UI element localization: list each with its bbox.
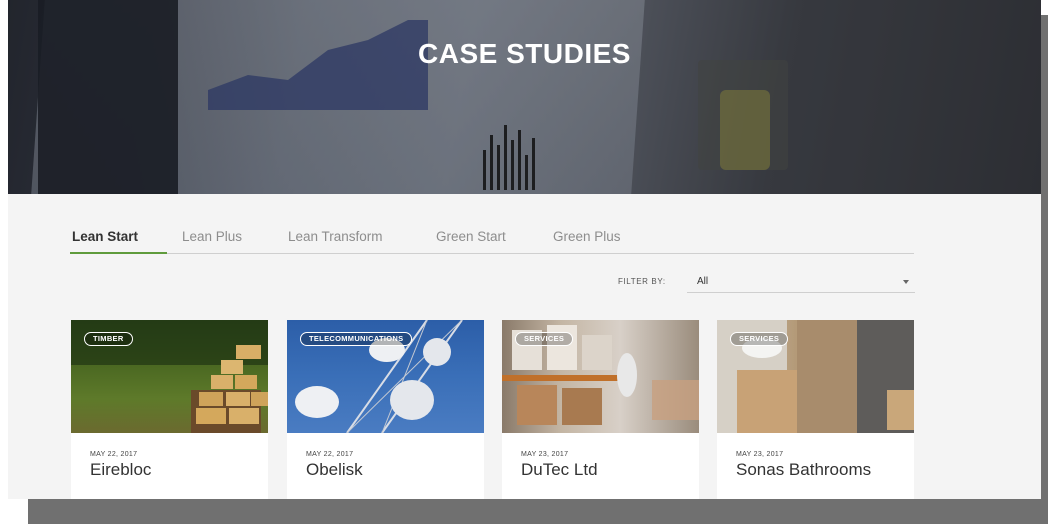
tab-green-start[interactable]: Green Start xyxy=(436,229,506,244)
hero-overlay xyxy=(8,0,1041,194)
tab-lean-transform[interactable]: Lean Transform xyxy=(288,229,383,244)
case-study-image: SERVICES xyxy=(502,320,699,433)
chevron-down-icon xyxy=(903,280,909,284)
filter-value: All xyxy=(697,276,709,287)
case-study-date: MAY 22, 2017 xyxy=(306,451,354,458)
case-study-title[interactable]: Obelisk xyxy=(306,460,363,480)
industry-tag[interactable]: SERVICES xyxy=(730,332,789,346)
case-study-date: MAY 23, 2017 xyxy=(521,451,569,458)
case-study-image: TIMBER xyxy=(71,320,268,433)
active-tab-underline xyxy=(70,252,167,254)
page-title: CASE STUDIES xyxy=(418,38,631,69)
tab-lean-plus[interactable]: Lean Plus xyxy=(182,229,242,244)
case-study-date: MAY 23, 2017 xyxy=(736,451,784,458)
hero-banner: CASE STUDIES xyxy=(8,0,1041,194)
page: CASE STUDIES Lean Start Lean Plus Lean T… xyxy=(8,0,1041,499)
case-study-title[interactable]: Sonas Bathrooms xyxy=(736,460,871,480)
industry-tag[interactable]: TIMBER xyxy=(84,332,133,346)
case-study-image: TELECOMMUNICATIONS xyxy=(287,320,484,433)
category-tabs: Lean Start Lean Plus Lean Transform Gree… xyxy=(70,227,914,254)
filter-dropdown[interactable]: All xyxy=(687,271,915,293)
case-study-date: MAY 22, 2017 xyxy=(90,451,138,458)
case-study-title[interactable]: Eirebloc xyxy=(90,460,151,480)
case-study-card[interactable]: SERVICES MAY 23, 2017 DuTec Ltd xyxy=(502,320,699,499)
case-study-title[interactable]: DuTec Ltd xyxy=(521,460,598,480)
case-study-image: SERVICES xyxy=(717,320,914,433)
tab-lean-start[interactable]: Lean Start xyxy=(72,229,138,244)
tab-green-plus[interactable]: Green Plus xyxy=(553,229,621,244)
industry-tag[interactable]: SERVICES xyxy=(515,332,574,346)
case-study-card[interactable]: SERVICES MAY 23, 2017 Sonas Bathrooms xyxy=(717,320,914,499)
industry-tag[interactable]: TELECOMMUNICATIONS xyxy=(300,332,413,346)
filter-label: FILTER BY: xyxy=(618,277,666,286)
case-study-card[interactable]: TIMBER MAY 22, 2017 Eirebloc xyxy=(71,320,268,499)
case-study-card[interactable]: TELECOMMUNICATIONS MAY 22, 2017 Obelisk xyxy=(287,320,484,499)
